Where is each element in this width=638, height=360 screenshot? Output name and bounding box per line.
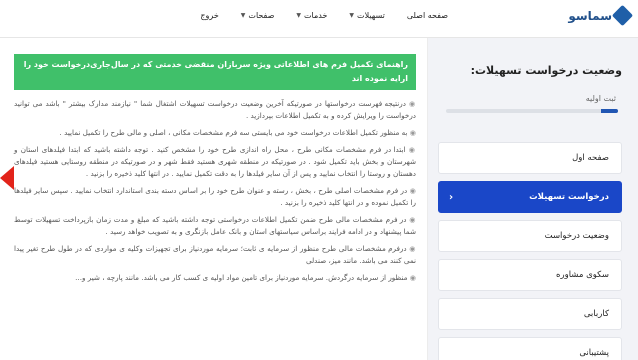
check-circle-icon: ◉ [407,273,416,282]
check-circle-icon: ◉ [405,99,416,108]
sidebar-item-label: درخواست تسهیلات [529,192,609,202]
nav-item-loans[interactable]: تسهیلات ▼ [349,11,384,20]
paragraph-text: درفرم مشخصات مالی طرح منظور از سرمایه ی … [14,244,416,265]
chevron-left-icon: ‹ [449,191,454,203]
guide-paragraph: ◉ منظور از سرمایه درگردش. سرمایه موردنیا… [14,272,416,284]
main-nav: صفحه اصلی تسهیلات ▼ خدمات ▼ صفحات ▼ خروج [200,11,448,20]
guide-paragraph: ◉ در فرم مشخصات مالی طرح ضمن تکمیل اطلاع… [14,214,416,238]
nav-item-label: صفحات [248,11,275,20]
top-navbar: سماسو صفحه اصلی تسهیلات ▼ خدمات ▼ صفحات … [0,0,638,38]
logo-text: سماسو [568,8,612,23]
check-circle-icon: ◉ [407,186,416,195]
sidebar-menu: صفحه اول درخواست تسهیلات ‹ وضعیت درخواست… [438,142,622,360]
guide-paragraph: ◉ ابتدا در فرم مشخصات مکانی طرح ، محل را… [14,144,416,180]
sidebar-title: وضعیت درخواست تسهیلات: [470,64,622,77]
logo[interactable]: سماسو [568,4,634,27]
red-pointer-arrow-icon [0,166,14,190]
status-progress-bar [446,109,618,113]
guide-paragraph: ◉ در فرم مشخصات اصلی طرح ، بخش ، رسته و … [14,185,416,209]
paragraph-text: درنتیجه فهرست درخواستها در صورتیکه آخرین… [14,99,416,120]
chevron-down-icon: ▼ [240,12,246,19]
paragraph-text: در فرم مشخصات اصلی طرح ، بخش ، رسته و عن… [14,186,416,207]
nav-item-home[interactable]: صفحه اصلی [407,11,448,20]
sidebar-item-loan-request[interactable]: درخواست تسهیلات ‹ [438,181,622,213]
sidebar-item-home[interactable]: صفحه اول [438,142,622,174]
guide-paragraph: ◉ به منظور تکمیل اطلاعات درخواست خود می … [14,127,416,139]
nav-item-label: تسهیلات [357,11,385,20]
status-sidebar: وضعیت درخواست تسهیلات: ثبت اولیه صفحه او… [428,38,638,360]
sidebar-item-label: سکوی مشاوره [556,270,609,280]
nav-item-pages[interactable]: صفحات ▼ [241,11,275,20]
status-progress-fill [600,109,618,113]
nav-item-label: خدمات [304,11,328,20]
paragraph-text: منظور از سرمایه درگردش. سرمایه موردنیاز … [75,273,408,282]
sidebar-item-label: کاربابی [583,309,609,319]
guide-paragraph: ◉ درفرم مشخصات مالی طرح منظور از سرمایه … [14,243,416,267]
check-circle-icon: ◉ [405,145,416,154]
paragraph-text: ابتدا در فرم مشخصات مکانی طرح ، محل راه … [14,145,416,178]
sidebar-item-request-status[interactable]: وضعیت درخواست [438,220,622,252]
nav-item-label: خروج [200,11,219,20]
guide-content: ◉ درنتیجه فهرست درخواستها در صورتیکه آخر… [14,98,416,289]
sidebar-item-job-search[interactable]: کاربابی [438,298,622,330]
current-step-label: ثبت اولیه [585,94,616,103]
chevron-down-icon: ▼ [296,12,302,19]
sidebar-item-label: پشتیبانی [579,348,609,358]
nav-item-services[interactable]: خدمات ▼ [296,11,327,20]
paragraph-text: در فرم مشخصات مالی طرح ضمن تکمیل اطلاعات… [14,215,416,236]
sidebar-item-support[interactable]: پشتیبانی [438,337,622,360]
sidebar-item-label: وضعیت درخواست [544,231,609,241]
paragraph-text: به منظور تکمیل اطلاعات درخواست خود می با… [59,128,408,137]
sidebar-item-consulting[interactable]: سکوی مشاوره [438,259,622,291]
nav-item-label: صفحه اصلی [406,11,448,20]
check-circle-icon: ◉ [406,215,416,224]
check-circle-icon: ◉ [406,244,416,253]
nav-item-logout[interactable]: خروج [200,11,218,20]
sidebar-item-label: صفحه اول [572,153,609,163]
guide-panel: راهنمای تکمیل فرم های اطلاعاتی ویژه سربا… [0,38,428,360]
guide-paragraph: ◉ درنتیجه فهرست درخواستها در صورتیکه آخر… [14,98,416,122]
check-circle-icon: ◉ [407,128,416,137]
logo-icon [611,4,634,27]
chevron-down-icon: ▼ [349,12,355,19]
guide-banner: راهنمای تکمیل فرم های اطلاعاتی ویژه سربا… [14,54,416,90]
